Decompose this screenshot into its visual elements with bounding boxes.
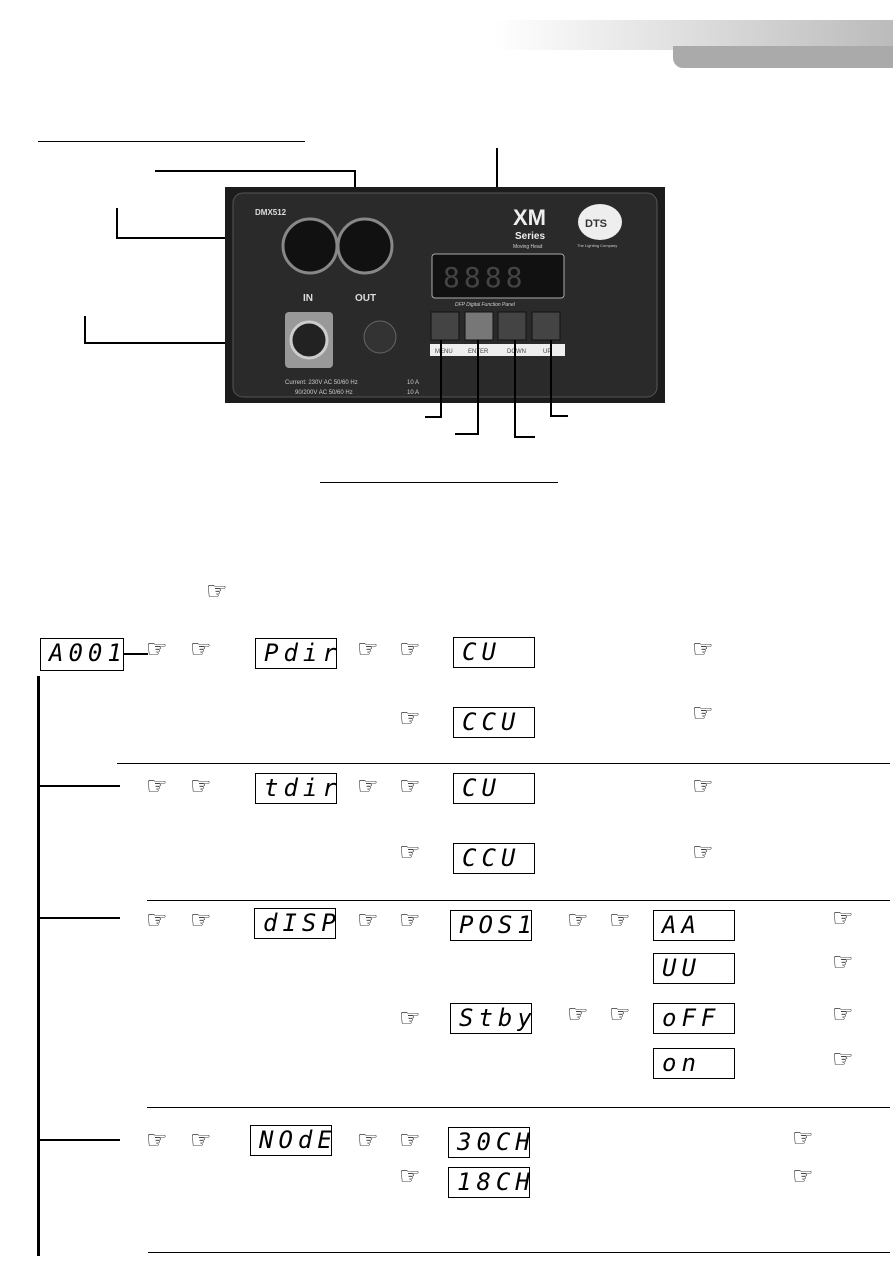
callout-line [84, 316, 86, 344]
display-suboption: AA [653, 910, 735, 941]
down-button-label: DOWN [507, 349, 526, 355]
display-root: A001 [40, 638, 124, 671]
divider [148, 1252, 890, 1253]
hand-pointer-icon: ☞ [357, 772, 379, 800]
manual-page: DMX512 IN OUT Current: 230V AC 50/60 Hz … [0, 0, 893, 1263]
hand-pointer-icon: ☞ [146, 772, 168, 800]
panel-label: DFP Digital Function Panel [455, 302, 516, 308]
hand-pointer-icon: ☞ [567, 906, 589, 934]
power-label: 90/200V AC 50/60 Hz [295, 390, 353, 396]
display-option: CCU [453, 843, 535, 874]
hand-pointer-icon: ☞ [399, 704, 421, 732]
brand-label: XM [513, 205, 546, 230]
hand-pointer-icon: ☞ [692, 699, 714, 727]
tree-branch [38, 917, 120, 919]
dts-logo: DTS [585, 218, 607, 230]
callout-line [455, 433, 478, 435]
in-label: IN [303, 293, 313, 304]
tree-branch [38, 1139, 120, 1141]
callout-line [514, 340, 516, 438]
display-option: 30CH [448, 1127, 530, 1158]
display-option: Stby [450, 1003, 532, 1034]
callout-line [514, 436, 535, 438]
hand-pointer-icon: ☞ [567, 1000, 589, 1028]
section-underline [38, 141, 305, 142]
hand-pointer-icon: ☞ [206, 577, 228, 605]
callout-line [550, 340, 552, 417]
hand-pointer-icon: ☞ [357, 1126, 379, 1154]
display-pdir: Pdir [255, 638, 337, 669]
hand-pointer-icon: ☞ [692, 772, 714, 800]
divider [147, 900, 890, 901]
display-disp: dISP [254, 908, 336, 939]
hand-pointer-icon: ☞ [832, 948, 854, 976]
hand-pointer-icon: ☞ [146, 1126, 168, 1154]
hand-pointer-icon: ☞ [399, 838, 421, 866]
out-label: OUT [355, 293, 376, 304]
callout-line [425, 416, 441, 418]
hand-pointer-icon: ☞ [792, 1162, 814, 1190]
hand-pointer-icon: ☞ [399, 635, 421, 663]
hand-pointer-icon: ☞ [146, 635, 168, 663]
callout-line [155, 170, 355, 172]
hand-pointer-icon: ☞ [399, 1004, 421, 1032]
dmx-label: DMX512 [255, 208, 287, 217]
hand-pointer-icon: ☞ [357, 906, 379, 934]
display-suboption: oFF [653, 1003, 735, 1034]
tree-trunk [37, 676, 40, 1256]
tagline: The Lighting Company [577, 243, 617, 248]
callout-line [440, 340, 442, 418]
led-display: 8888 [443, 261, 526, 294]
hand-pointer-icon: ☞ [146, 906, 168, 934]
hand-pointer-icon: ☞ [399, 906, 421, 934]
display-option: 18CH [448, 1167, 530, 1198]
caption-underline [320, 482, 558, 483]
display-option: CU [453, 773, 535, 804]
callout-line [116, 208, 118, 239]
display-suboption: UU [653, 953, 735, 984]
hand-pointer-icon: ☞ [399, 772, 421, 800]
header-tab [673, 46, 893, 68]
hand-pointer-icon: ☞ [399, 1126, 421, 1154]
hand-pointer-icon: ☞ [609, 1000, 631, 1028]
hand-pointer-icon: ☞ [357, 635, 379, 663]
hand-pointer-icon: ☞ [609, 906, 631, 934]
hand-pointer-icon: ☞ [692, 838, 714, 866]
display-option: POS1 [450, 910, 532, 941]
hand-pointer-icon: ☞ [190, 906, 212, 934]
hand-pointer-icon: ☞ [792, 1124, 814, 1152]
callout-line [477, 340, 479, 435]
power-label: Current: 230V AC 50/60 Hz [285, 380, 358, 386]
hand-pointer-icon: ☞ [832, 1045, 854, 1073]
hand-pointer-icon: ☞ [692, 635, 714, 663]
tree-branch [38, 785, 120, 787]
fuse-label: 10 A [407, 380, 419, 386]
hand-pointer-icon: ☞ [832, 1000, 854, 1028]
hand-pointer-icon: ☞ [832, 904, 854, 932]
display-tdir: tdir [255, 773, 337, 804]
fuse-label: 10 A [407, 390, 419, 396]
product-label: Moving Head [513, 244, 543, 250]
divider [117, 763, 890, 764]
display-mode: NOdE [250, 1125, 332, 1156]
menu-button-label: MENU [435, 349, 453, 355]
hand-pointer-icon: ☞ [190, 635, 212, 663]
display-suboption: on [653, 1048, 735, 1079]
hand-pointer-icon: ☞ [399, 1162, 421, 1190]
divider [147, 1107, 890, 1108]
hand-pointer-icon: ☞ [190, 772, 212, 800]
series-label: Series [515, 231, 545, 242]
display-option: CCU [453, 707, 535, 738]
control-panel-photo: DMX512 IN OUT Current: 230V AC 50/60 Hz … [225, 187, 665, 403]
callout-line [550, 415, 568, 417]
hand-pointer-icon: ☞ [190, 1126, 212, 1154]
display-option: CU [453, 637, 535, 668]
